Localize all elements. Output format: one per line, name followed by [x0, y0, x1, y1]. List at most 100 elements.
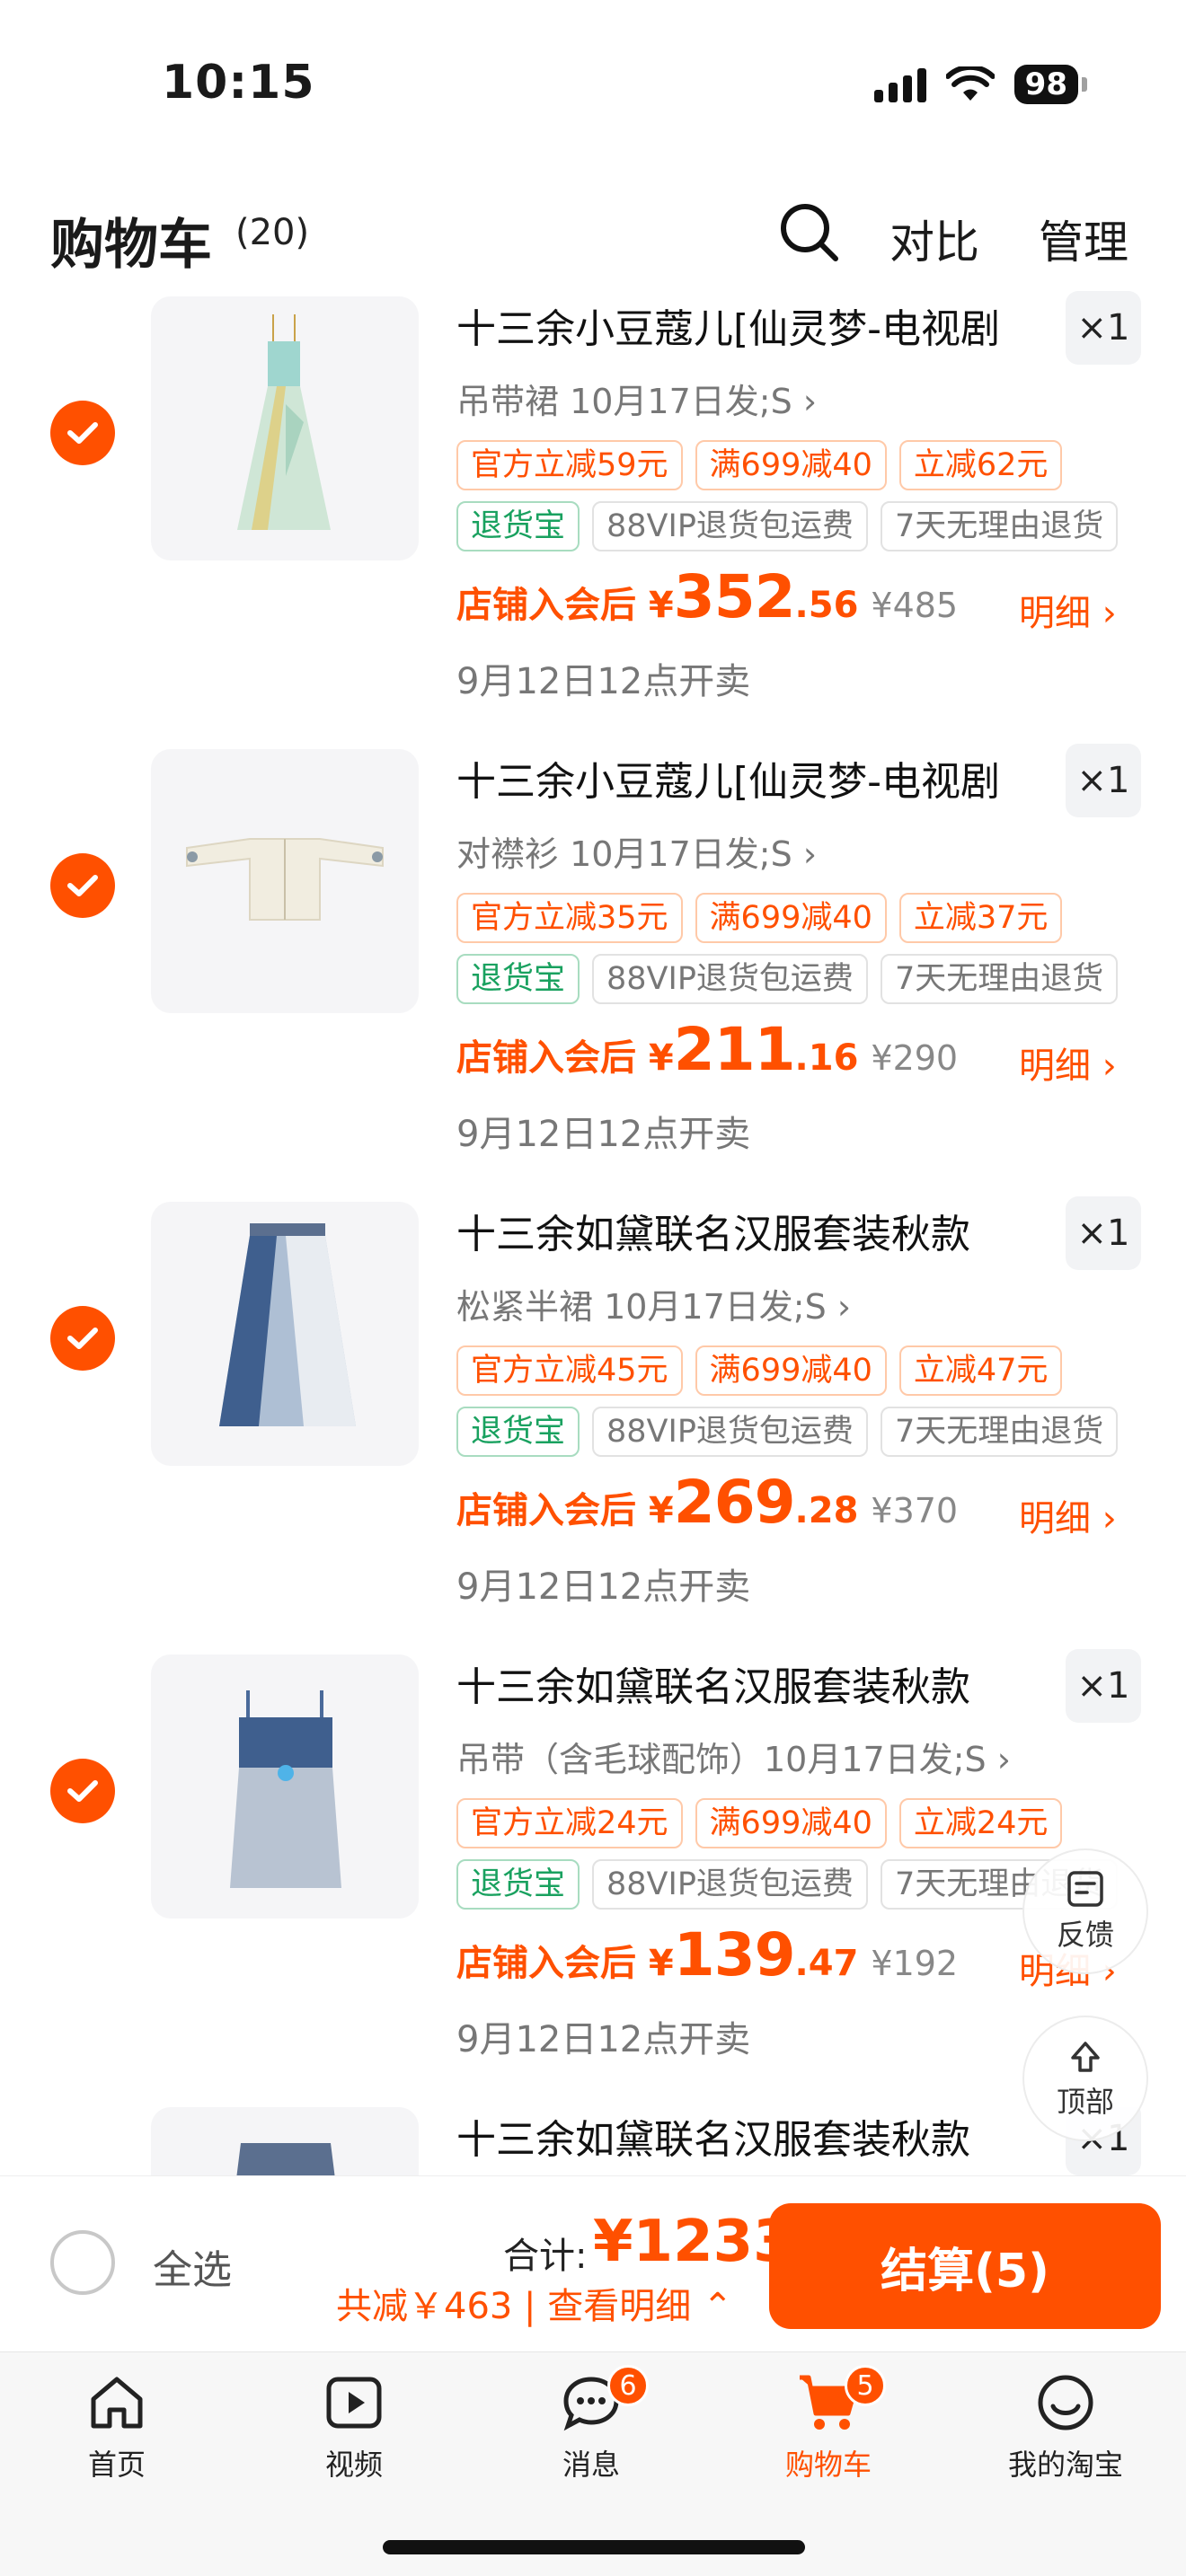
checkout-button[interactable]: 结算(5)	[769, 2203, 1161, 2329]
item-checkbox[interactable]	[50, 1759, 115, 1823]
chevron-right-icon: ›	[996, 1740, 1011, 1779]
product-spec[interactable]: 对襟衫 10月17日发;S ›	[456, 826, 817, 876]
back-to-top-label: 顶部	[1056, 2085, 1114, 2119]
item-checkbox[interactable]	[50, 401, 115, 465]
service-tag: 退货宝	[456, 954, 580, 1004]
promo-tag: 官方立减35元	[456, 893, 683, 943]
item-checkbox[interactable]	[50, 853, 115, 918]
status-bar: 10:15 98	[0, 0, 1186, 171]
profile-icon	[1038, 2375, 1093, 2430]
message-badge: 6	[607, 2365, 649, 2406]
tab-messages[interactable]: 6 消息	[501, 2365, 681, 2483]
cart-header: 购物车 (20) 对比 管理	[0, 180, 1186, 287]
feedback-button[interactable]: 反馈	[1022, 1848, 1148, 1974]
chevron-up-icon: ⌃	[702, 2286, 733, 2327]
cart-count: (20)	[235, 212, 310, 253]
product-title[interactable]: 十三余如黛联名汉服套装秋款	[456, 1202, 1031, 1259]
select-all-label[interactable]: 全选	[153, 2237, 232, 2295]
price-detail-link[interactable]: 明细 ›	[1019, 1037, 1117, 1089]
service-tags: 退货宝 88VIP退货包运费 7天无理由退货	[456, 954, 1119, 1004]
wifi-icon	[945, 66, 995, 101]
promo-tags: 官方立减59元 满699减40 立减62元	[456, 440, 1063, 490]
promo-tag: 立减37元	[898, 893, 1063, 943]
original-price: ¥192	[871, 1944, 959, 1983]
chevron-right-icon: ›	[1102, 1498, 1117, 1539]
product-image[interactable]	[151, 2107, 419, 2175]
item-checkbox[interactable]	[50, 1306, 115, 1371]
tab-profile[interactable]: 我的淘宝	[976, 2370, 1155, 2483]
chevron-right-icon: ›	[1102, 1045, 1117, 1087]
product-image[interactable]	[151, 1202, 419, 1466]
service-tag: 7天无理由退货	[880, 954, 1119, 1004]
service-tag: 88VIP退货包运费	[592, 501, 868, 551]
product-spec[interactable]: 松紧半裙 10月17日发;S ›	[456, 1279, 851, 1328]
promo-tags: 官方立减24元 满699减40 立减24元	[456, 1798, 1063, 1848]
promo-tag: 官方立减45元	[456, 1345, 683, 1396]
promo-tag: 满699减40	[695, 1345, 887, 1396]
compare-button[interactable]: 对比	[890, 207, 979, 271]
checkout-bar: 全选 合计: ¥1233 共减￥463 | 查看明细 ⌃ 结算(5)	[0, 2175, 1186, 2351]
price-detail-link[interactable]: 明细 ›	[1019, 1489, 1117, 1541]
promo-tags: 官方立减35元 满699减40 立减37元	[456, 893, 1063, 943]
promo-tag: 官方立减59元	[456, 440, 683, 490]
product-image[interactable]	[151, 1654, 419, 1919]
product-title[interactable]: 十三余小豆蔻儿[仙灵梦-电视剧	[456, 296, 1031, 354]
quantity-selector[interactable]: ×1	[1066, 744, 1141, 817]
price-integer: 269	[673, 1468, 796, 1537]
spec-text: 对襟衫 10月17日发;S	[456, 834, 792, 874]
spec-text: 松紧半裙 10月17日发;S	[456, 1287, 827, 1327]
product-title[interactable]: 十三余如黛联名汉服套装秋款	[456, 1654, 1031, 1712]
service-tag: 7天无理由退货	[880, 501, 1119, 551]
promo-tags: 官方立减45元 满699减40 立减47元	[456, 1345, 1063, 1396]
saving-detail-link[interactable]: 共减￥463 | 查看明细 ⌃	[336, 2277, 733, 2329]
original-price: ¥370	[871, 1491, 959, 1531]
price-integer: 139	[673, 1920, 796, 1989]
quantity-selector[interactable]: ×1	[1066, 291, 1141, 365]
back-to-top-button[interactable]: 顶部	[1022, 2016, 1148, 2141]
quantity-selector[interactable]: ×1	[1066, 1196, 1141, 1270]
tab-cart[interactable]: 5 购物车	[739, 2365, 918, 2483]
product-image[interactable]	[151, 296, 419, 560]
price-prefix: 店铺入会后 ¥	[456, 585, 674, 626]
cart-item: 十三余如黛联名汉服套装秋款 ×1	[0, 2107, 1186, 2175]
tab-label: 消息	[562, 2448, 620, 2482]
price-detail-link[interactable]: 明细 ›	[1019, 584, 1117, 636]
price-prefix: 店铺入会后 ¥	[456, 1037, 674, 1079]
saving-text: 共减￥463 | 查看明细	[336, 2286, 692, 2327]
price-decimal: .47	[794, 1943, 859, 1984]
tab-video[interactable]: 视频	[264, 2370, 444, 2483]
chevron-right-icon: ›	[1102, 593, 1117, 634]
status-icons: 98	[873, 65, 1088, 104]
price-integer: 211	[673, 1015, 796, 1084]
product-image[interactable]	[151, 749, 419, 1013]
video-icon	[326, 2377, 382, 2429]
detail-label: 明细	[1019, 1498, 1091, 1539]
manage-button[interactable]: 管理	[1039, 207, 1128, 271]
product-spec[interactable]: 吊带（含毛球配饰）10月17日发;S ›	[456, 1732, 1011, 1781]
quantity-selector[interactable]: ×1	[1066, 1649, 1141, 1723]
price-decimal: .16	[794, 1037, 859, 1079]
tab-home[interactable]: 首页	[27, 2370, 207, 2483]
price-prefix: 店铺入会后 ¥	[456, 1943, 674, 1984]
search-icon[interactable]	[778, 201, 841, 264]
chevron-right-icon: ›	[836, 1287, 852, 1327]
promo-tag: 满699减40	[695, 893, 887, 943]
price-decimal: .56	[794, 585, 859, 626]
product-spec[interactable]: 吊带裙 10月17日发;S ›	[456, 374, 817, 423]
detail-label: 明细	[1019, 593, 1091, 634]
tab-label: 购物车	[784, 2448, 872, 2482]
service-tag: 7天无理由退货	[880, 1407, 1119, 1457]
price-decimal: .28	[794, 1490, 859, 1531]
battery-indicator: 98	[1013, 65, 1088, 104]
checkmark-icon	[67, 422, 98, 444]
product-title[interactable]: 十三余小豆蔻儿[仙灵梦-电视剧	[456, 749, 1031, 807]
product-title[interactable]: 十三余如黛联名汉服套装秋款	[456, 2107, 1031, 2165]
tab-label: 首页	[87, 2448, 146, 2482]
total-label: 合计:	[503, 2236, 588, 2277]
select-all-checkbox[interactable]	[50, 2230, 115, 2295]
feedback-icon	[1067, 1871, 1103, 1907]
service-tag: 88VIP退货包运费	[592, 1859, 868, 1910]
cart-item: 十三余如黛联名汉服套装秋款 ×1 松紧半裙 10月17日发;S › 官方立减45…	[0, 1196, 1186, 1651]
sale-time: 9月12日12点开卖	[456, 1566, 751, 1608]
home-indicator[interactable]	[383, 2540, 805, 2554]
